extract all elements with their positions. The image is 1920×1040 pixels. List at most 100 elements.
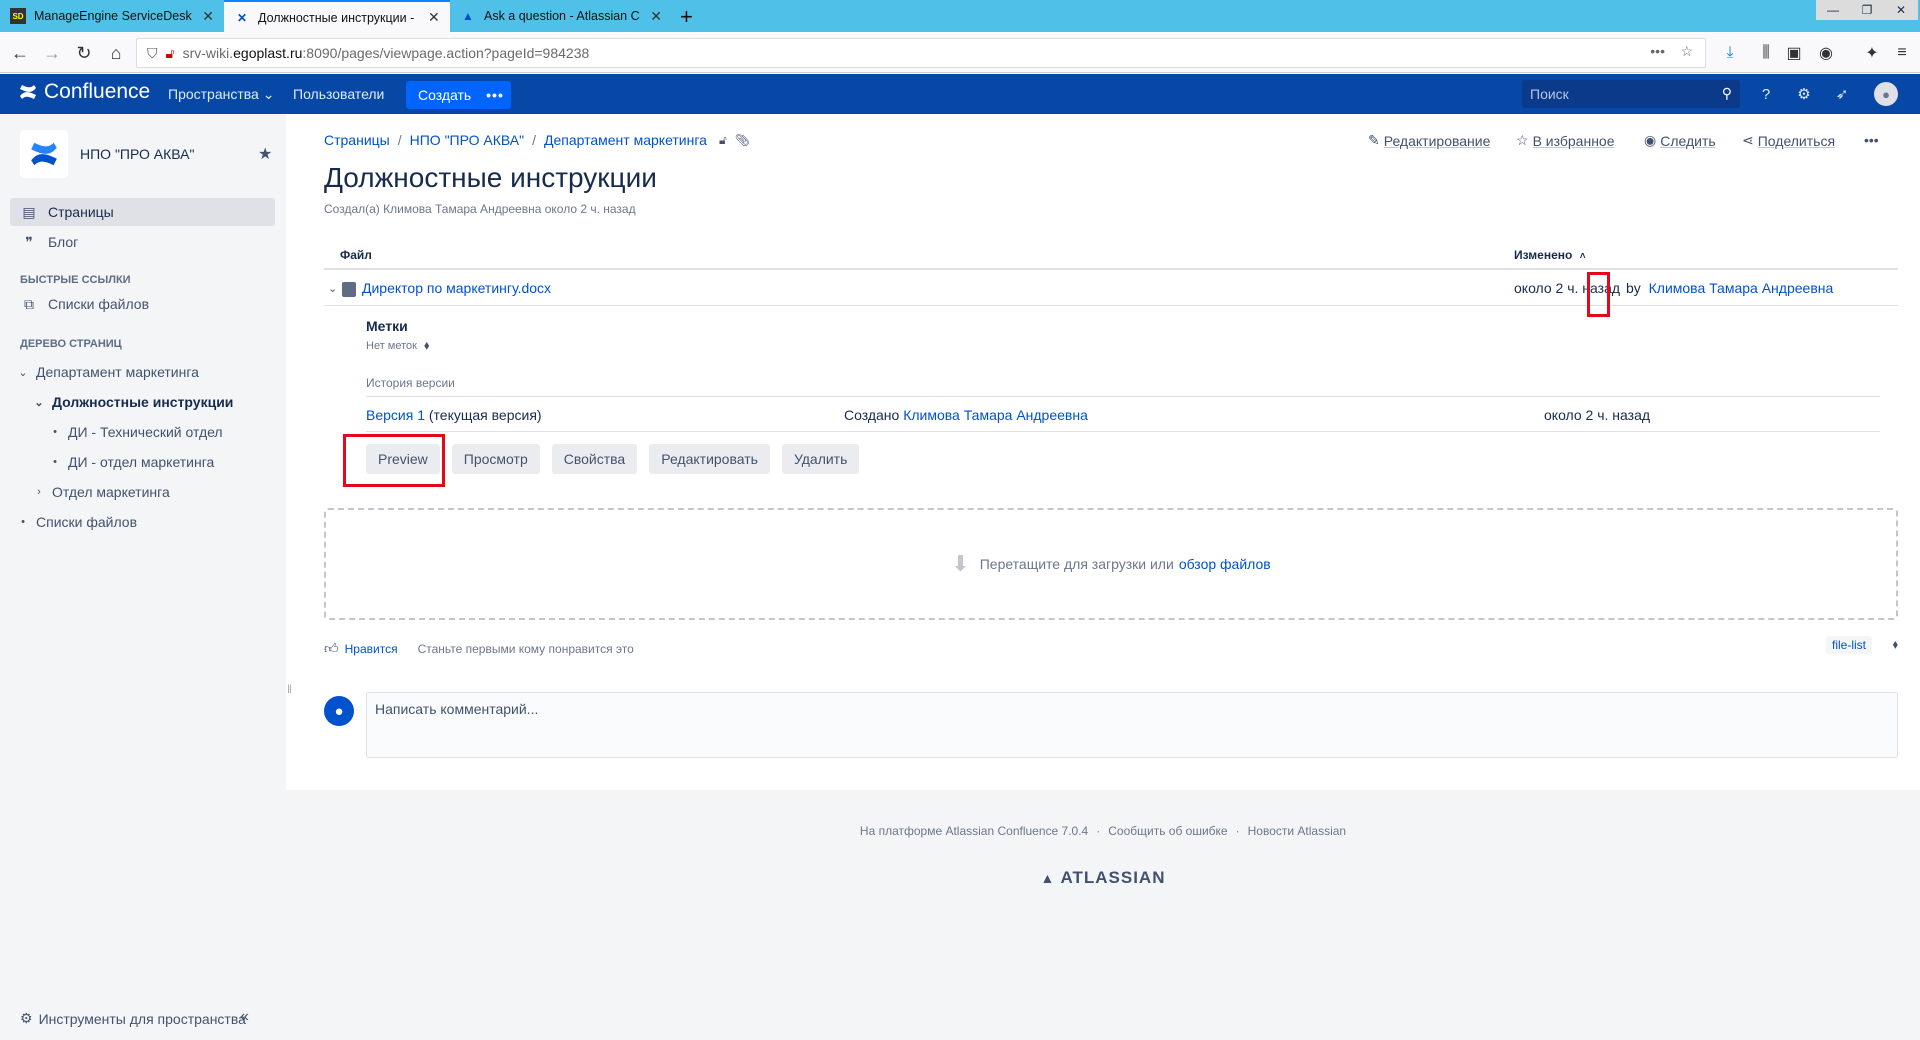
account-icon[interactable]: ◉ (1816, 43, 1836, 63)
sidebar-item-file-lists[interactable]: ⧉ Списки файлов (10, 290, 275, 318)
create-button[interactable]: Создать (406, 81, 484, 109)
browser-tab[interactable]: SD ManageEngine ServiceDesk Plus ✕ (0, 0, 224, 32)
help-icon[interactable]: ? (1756, 84, 1776, 104)
close-window-button[interactable]: ✕ (1884, 0, 1918, 20)
edit-page-button[interactable]: ✎ Редактирование (1368, 132, 1490, 149)
close-icon[interactable]: ✕ (650, 8, 662, 25)
browser-tab[interactable]: ▲ Ask a question - Atlassian Community ✕ (450, 0, 672, 32)
spaces-menu[interactable]: Пространства ⌄ (168, 86, 274, 103)
edit-file-button[interactable]: Редактировать (649, 444, 770, 474)
bookmark-star-icon[interactable]: ☆ (1680, 43, 1693, 60)
page-title: Должностные инструкции (324, 162, 657, 193)
tree-item-marketing-desc[interactable]: • ДИ - отдел маркетинга (48, 454, 214, 470)
tree-item-tech-dept[interactable]: • ДИ - Технический отдел (48, 424, 223, 440)
version-link[interactable]: Версия 1 (366, 407, 425, 423)
sidebar-item-label: Блог (48, 234, 79, 250)
confluence-header: Confluence Пространства ⌄ Пользователи С… (0, 74, 1920, 114)
space-tools-label: Инструменты для пространства (38, 1010, 246, 1027)
chevron-down-icon[interactable]: ⌄ (32, 396, 46, 409)
restrictions-lock-icon[interactable]: 🔓︎ (719, 133, 727, 148)
sidebar-item-pages[interactable]: ▤ Страницы (10, 198, 275, 226)
close-icon[interactable]: ✕ (202, 8, 214, 25)
preview-button[interactable]: Preview (366, 444, 440, 474)
column-file[interactable]: Файл (340, 248, 372, 262)
url-path: :8090/pages/viewpage.action?pageId=98423… (302, 45, 590, 61)
space-tools-button[interactable]: ⚙ Инструменты для пространства (20, 1010, 246, 1027)
comment-input[interactable]: Написать комментарий... (366, 692, 1898, 758)
notifications-icon[interactable]: ➶ (1832, 84, 1852, 104)
tag-icon[interactable]: ⬧ (424, 338, 429, 352)
properties-button[interactable]: Свойства (551, 444, 638, 474)
back-icon[interactable]: ← (6, 39, 34, 67)
create-more-button[interactable]: ••• (479, 81, 511, 109)
reload-icon[interactable]: ↻ (70, 39, 98, 67)
home-icon[interactable]: ⌂ (102, 39, 130, 67)
gear-icon[interactable]: ⚙ (1794, 84, 1814, 104)
tree-item-marketing-dept[interactable]: ⌄ Департамент маркетинга (16, 364, 199, 380)
breadcrumb-link[interactable]: Страницы (324, 132, 390, 148)
people-link[interactable]: Пользователи (293, 86, 384, 102)
breadcrumb-link[interactable]: Департамент маркетинга (544, 132, 707, 148)
sidebar-icon[interactable]: ▣ (1784, 43, 1804, 63)
watch-button[interactable]: ◉ Следить (1644, 132, 1716, 149)
new-tab-button[interactable]: + (680, 4, 693, 30)
search-input[interactable]: Поиск ⚲ (1522, 80, 1740, 108)
maximize-button[interactable]: ❐ (1850, 0, 1884, 20)
author-link[interactable]: Климова Тамара Андреевна (1649, 280, 1834, 296)
news-link[interactable]: Новости Atlassian (1248, 824, 1346, 838)
view-button[interactable]: Просмотр (451, 444, 540, 474)
comment-avatar: ● (324, 696, 354, 726)
label-chip[interactable]: file-list (1825, 636, 1872, 654)
collapse-sidebar-button[interactable]: « (240, 1008, 249, 1026)
chevron-down-icon[interactable]: ⌄ (328, 282, 337, 295)
menu-icon[interactable]: ≡ (1892, 43, 1912, 63)
breadcrumb-link[interactable]: НПО "ПРО АКВА" (410, 132, 524, 148)
version-author-link[interactable]: Климова Тамара Андреевна (903, 407, 1088, 423)
report-bug-link[interactable]: Сообщить об ошибке (1108, 824, 1227, 838)
file-drop-zone[interactable]: ⬇ Перетащите для загрузки или обзор файл… (324, 508, 1898, 620)
confluence-logo[interactable]: Confluence (18, 80, 150, 104)
atlassian-icon: ▲ (1040, 870, 1056, 886)
browser-tab-active[interactable]: ✕ Должностные инструкции - НПО "ПРО АКВА… (224, 0, 450, 33)
sidebar-item-blog[interactable]: ❞ Блог (10, 228, 275, 256)
file-name-link[interactable]: Директор по маркетингу.docx (362, 280, 551, 296)
minimize-button[interactable]: — (1816, 0, 1850, 20)
url-input[interactable]: ⛉ 🔓︎ srv-wiki. egoplast.ru:8090/pages/vie… (136, 38, 1706, 68)
tag-icon[interactable]: ⬧ (1893, 637, 1898, 652)
powered-by-link[interactable]: На платформе Atlassian Confluence 7.0.4 (860, 824, 1088, 838)
share-button[interactable]: ⋖ Поделиться (1742, 132, 1835, 149)
file-table-header: Файл Изменено ˄ (324, 236, 1898, 270)
browser-tab-strip: SD ManageEngine ServiceDesk Plus ✕ ✕ Дол… (0, 0, 1920, 33)
chevron-down-icon[interactable]: ⌄ (16, 366, 30, 379)
forward-icon[interactable]: → (38, 39, 66, 67)
tree-item-file-lists[interactable]: • Списки файлов (16, 514, 137, 530)
library-icon[interactable]: ⫼ (1756, 43, 1776, 63)
quick-links-title: БЫСТРЫЕ ССЫЛКИ (20, 274, 131, 286)
tree-item-job-descriptions[interactable]: ⌄ Должностные инструкции (32, 394, 233, 410)
download-icon[interactable]: ⤓ (1720, 43, 1740, 63)
page-actions-icon[interactable]: ••• (1650, 43, 1665, 59)
like-link[interactable]: Нравится (345, 642, 398, 656)
browse-files-link[interactable]: обзор файлов (1179, 556, 1271, 572)
url-host: egoplast.ru (233, 45, 303, 61)
tree-item-marketing-dept-2[interactable]: › Отдел маркетинга (32, 484, 170, 500)
star-icon[interactable]: ★ (258, 144, 272, 164)
space-header[interactable]: НПО "ПРО АКВА" (20, 130, 194, 178)
column-modified[interactable]: Изменено ˄ (1514, 248, 1586, 262)
favourite-button[interactable]: ☆ В избранное (1516, 132, 1615, 149)
labels-none-text: Нет меток (366, 340, 417, 352)
user-avatar[interactable]: ● (1874, 82, 1898, 106)
document-icon (342, 282, 356, 297)
bullet-icon: • (21, 516, 25, 528)
extension-icon[interactable]: ✦ (1862, 43, 1882, 63)
thumbs-up-icon[interactable]: 👍︎ (324, 640, 339, 657)
more-actions-button[interactable]: ••• (1864, 132, 1879, 148)
chevron-right-icon[interactable]: › (32, 486, 46, 498)
delete-button[interactable]: Удалить (781, 444, 860, 474)
product-name: Confluence (44, 80, 151, 103)
file-action-buttons: Preview Просмотр Свойства Редактировать … (366, 444, 871, 474)
tree-item-label: ДИ - Технический отдел (68, 424, 223, 440)
space-name: НПО "ПРО АКВА" (80, 146, 195, 162)
close-icon[interactable]: ✕ (428, 9, 440, 26)
attachment-icon[interactable]: 📎︎ (735, 133, 750, 147)
